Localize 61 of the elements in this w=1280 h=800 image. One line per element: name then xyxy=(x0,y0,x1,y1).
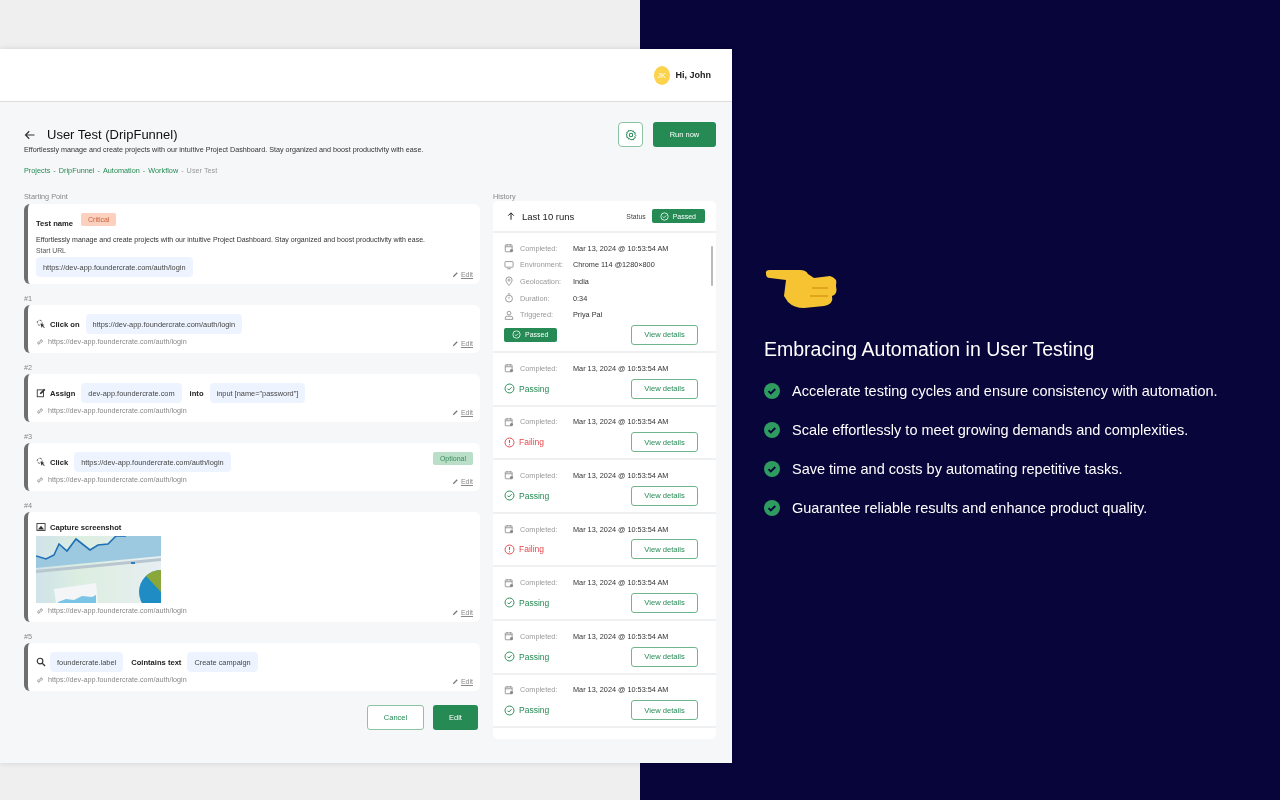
cursor-click-icon xyxy=(36,319,46,329)
calendar-icon xyxy=(504,524,514,535)
check-circle-icon xyxy=(504,651,515,663)
link-icon xyxy=(36,606,44,615)
pencil-icon xyxy=(451,271,459,278)
greeting: Hi, John xyxy=(675,70,711,80)
check-circle-icon xyxy=(512,330,521,340)
feature-point: Accelerate testing cycles and ensure consistency with automation. xyxy=(792,383,1218,399)
search-icon xyxy=(36,657,46,667)
image-icon xyxy=(36,522,46,532)
run-status: Passing xyxy=(504,704,550,716)
scrollbar[interactable] xyxy=(711,246,713,286)
page-title: User Test (DripFunnel) xyxy=(47,127,178,142)
calendar-icon xyxy=(504,363,514,374)
alert-circle-icon xyxy=(504,436,515,448)
check-circle-icon xyxy=(764,500,780,516)
location-pin-icon xyxy=(504,276,514,287)
check-circle-icon xyxy=(764,461,780,477)
check-circle-icon xyxy=(504,704,515,716)
link-icon xyxy=(36,337,44,346)
calendar-icon xyxy=(504,684,514,695)
edit-square-icon xyxy=(36,388,46,398)
run-status: Failing xyxy=(504,543,545,555)
check-circle-icon xyxy=(659,211,669,221)
feature-point: Guarantee reliable results and enhance product quality. xyxy=(792,500,1148,516)
calendar-icon xyxy=(504,243,514,254)
pencil-icon xyxy=(451,409,459,416)
run-status: Passing xyxy=(504,597,550,609)
run-status: Failing xyxy=(504,436,545,448)
check-circle-icon xyxy=(504,490,515,502)
check-circle-icon xyxy=(764,422,780,438)
settings-icon xyxy=(624,128,637,141)
cursor-click-icon xyxy=(36,457,46,467)
check-circle-icon xyxy=(764,383,780,399)
pencil-icon xyxy=(451,478,459,485)
history-title: Last 10 runs xyxy=(522,210,576,222)
stopwatch-icon xyxy=(504,293,514,304)
feature-point: Scale effortlessly to meet growing demands and complexities. xyxy=(792,422,1189,438)
feature-point: Save time and costs by automating repetitive tasks. xyxy=(792,461,1123,477)
calendar-icon xyxy=(504,470,514,481)
run-status: Passing xyxy=(504,490,550,502)
monitor-icon xyxy=(504,259,514,270)
pencil-icon xyxy=(451,340,459,347)
pencil-icon xyxy=(451,678,459,685)
check-circle-icon xyxy=(504,597,515,609)
run-status: Passing xyxy=(504,651,550,663)
user-icon xyxy=(504,309,514,320)
calendar-icon xyxy=(504,577,514,588)
calendar-icon xyxy=(504,416,514,427)
link-icon xyxy=(36,675,44,684)
pencil-icon xyxy=(451,609,459,616)
link-icon xyxy=(36,475,44,484)
alert-circle-icon xyxy=(504,543,515,555)
run-status: Passing xyxy=(504,383,550,395)
promo-title: Embracing Automation in User Testing xyxy=(764,338,1096,361)
back-arrow-icon[interactable] xyxy=(24,128,36,141)
check-circle-icon xyxy=(504,383,515,395)
up-arrow-icon xyxy=(506,211,516,221)
link-icon xyxy=(36,406,44,415)
settings-button[interactable] xyxy=(618,122,643,147)
calendar-icon xyxy=(504,631,514,642)
